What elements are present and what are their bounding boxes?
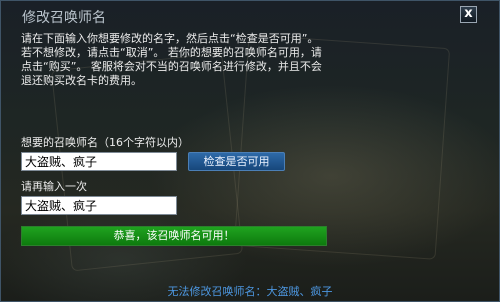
close-button[interactable]: x xyxy=(460,6,477,23)
title-bar: 修改召唤师名 x xyxy=(1,1,499,31)
instructions-line: 若不想修改，请点击“取消”。 若你的想要的召唤师名可用，请 xyxy=(21,46,322,59)
footer-note: 无法修改召唤师名：大盗贼、疯子 xyxy=(167,285,333,298)
instructions-line: 请在下面输入你想要修改的名字，然后点击“检查是否可用”。 xyxy=(21,32,319,45)
check-availability-button[interactable]: 检查是否可用 xyxy=(188,152,285,171)
name-label: 想要的召唤师名（16个字符以内） xyxy=(21,136,189,149)
instructions-line: 点击“购买”。 客服将会对不当的召唤师名进行修改，并且不会 xyxy=(21,60,322,73)
instructions-text: 请在下面输入你想要修改的名字，然后点击“检查是否可用”。 若不想修改，请点击“取… xyxy=(21,32,322,88)
rename-dialog: 修改召唤师名 x 请在下面输入你想要修改的名字，然后点击“检查是否可用”。 若不… xyxy=(0,0,500,302)
dialog-title: 修改召唤师名 xyxy=(22,10,106,26)
name-input[interactable] xyxy=(21,152,177,171)
confirm-name-label: 请再输入一次 xyxy=(21,180,87,193)
close-icon: x xyxy=(464,6,473,21)
confirm-name-input[interactable] xyxy=(21,196,177,215)
availability-status-bar: 恭喜，该召唤师名可用！ xyxy=(21,226,327,246)
instructions-line: 退还购买改名卡的费用。 xyxy=(21,74,142,87)
